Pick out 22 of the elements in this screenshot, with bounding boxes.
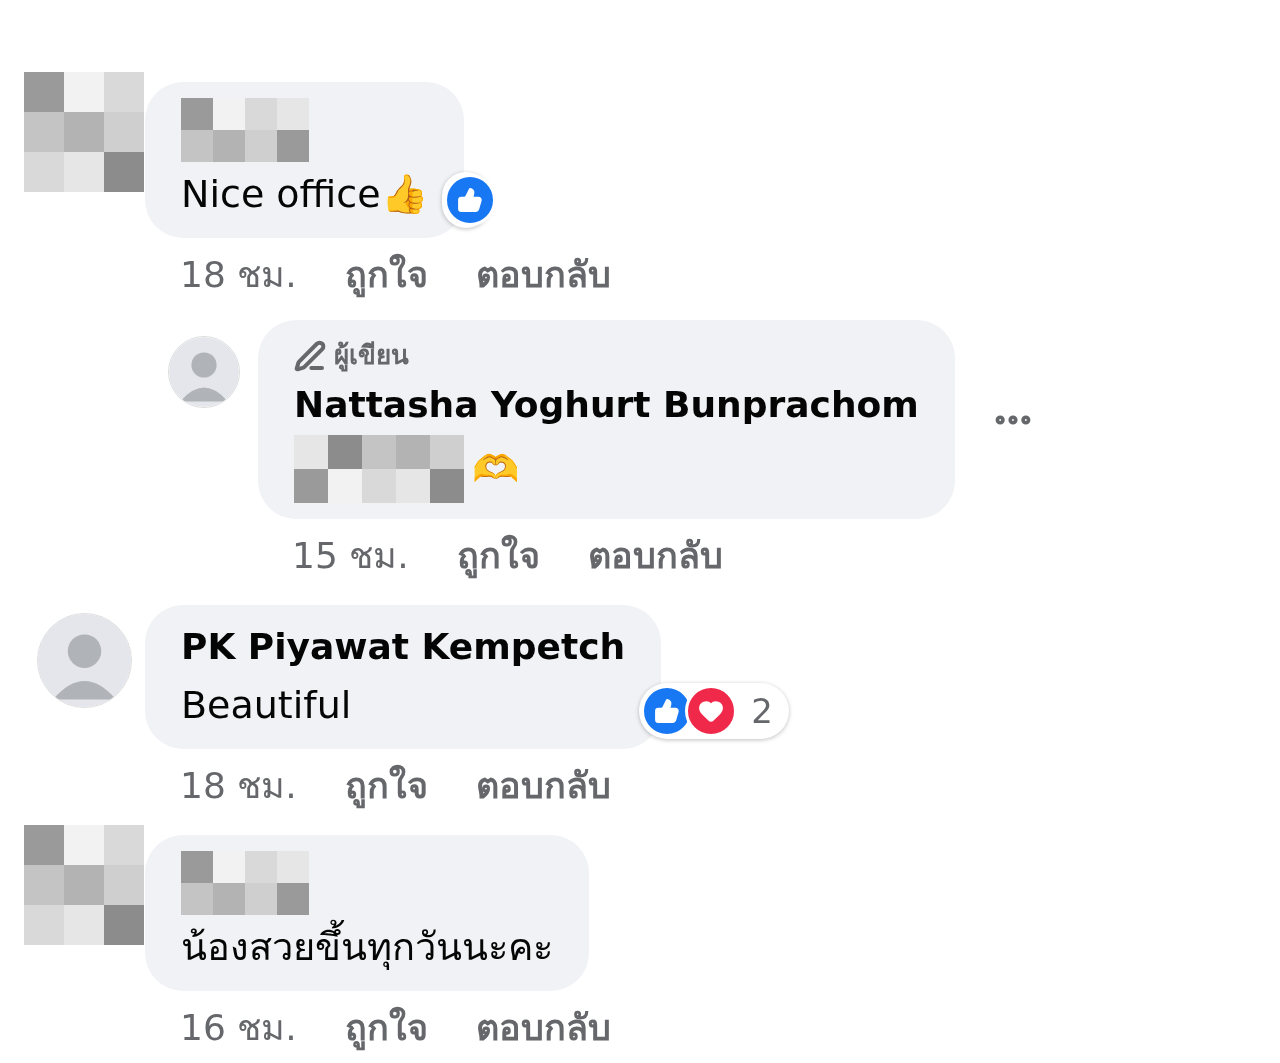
comment-text: Beautiful [181, 682, 352, 729]
timestamp: 18 ชม. [180, 764, 297, 808]
like-link[interactable]: ถูกใจ [344, 248, 428, 302]
timestamp: 15 ชม. [292, 534, 409, 578]
reaction-count: 2 [750, 689, 774, 733]
reply-link[interactable]: ตอบกลับ [475, 248, 611, 302]
like-link[interactable]: ถูกใจ [344, 1001, 428, 1055]
author-name[interactable]: Nattasha Yoghurt Bunprachom [294, 379, 919, 431]
timestamp: 16 ชม. [180, 1006, 297, 1050]
author-label: ผู้เขียน [334, 339, 409, 374]
reactions-badge[interactable]: 2 [639, 683, 789, 739]
like-link[interactable]: ถูกใจ [344, 759, 428, 813]
pen-icon [294, 339, 326, 372]
timestamp: 18 ชม. [180, 253, 297, 297]
reply-link[interactable]: ตอบกลับ [475, 759, 611, 813]
comment-text: น้องสวยขึ้นทุกวันนะคะ [181, 919, 553, 975]
comment-text: 🫶 [472, 446, 519, 493]
comment-text: Nice office👍 [181, 171, 428, 218]
like-link[interactable]: ถูกใจ [456, 529, 540, 583]
reply-link[interactable]: ตอบกลับ [587, 529, 723, 583]
author-name[interactable]: PK Piyawat Kempetch [181, 621, 626, 673]
reply-link[interactable]: ตอบกลับ [475, 1001, 611, 1055]
